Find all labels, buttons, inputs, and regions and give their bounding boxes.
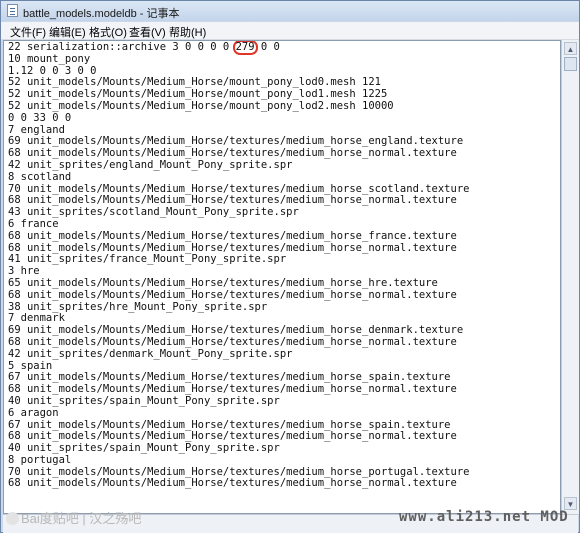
vertical-scrollbar[interactable]: ▲ ▼ (561, 40, 579, 514)
menu-help[interactable]: 帮助(H) (169, 24, 206, 40)
menu-format[interactable]: 格式(O) (89, 24, 127, 40)
menu-view[interactable]: 查看(V) (129, 24, 166, 40)
title-bar[interactable]: battle_models.modeldb - 记事本 (1, 1, 579, 21)
baidu-watermark: Bai度贴吧 | 汉之殇吧 (6, 508, 141, 527)
header-line-prefix: 22 serialization::archive 3 0 0 0 0 (8, 41, 236, 53)
menu-bar: 文件(F) 编辑(E) 格式(O) 查看(V) 帮助(H) (1, 22, 579, 40)
text-editor-area[interactable]: 22 serialization::archive 3 0 0 0 0 279 … (3, 40, 561, 514)
window-title: battle_models.modeldb - 记事本 (23, 8, 180, 20)
ali213-watermark: www.ali213.net MOD (399, 509, 569, 525)
menu-edit[interactable]: 编辑(E) (49, 24, 86, 40)
header-line-suffix: 0 0 (254, 41, 280, 53)
baidu-watermark-text: Bai度贴吧 | 汉之殇吧 (21, 511, 142, 526)
scroll-up-arrow-icon[interactable]: ▲ (564, 42, 577, 55)
baidu-paw-icon (6, 512, 19, 525)
document-text: 22 serialization::archive 3 0 0 0 0 279 … (8, 41, 470, 490)
notepad-icon (7, 4, 18, 17)
scrollbar-thumb[interactable] (564, 57, 577, 71)
menu-file[interactable]: 文件(F) (10, 24, 46, 40)
document-body: 10 mount_pony 1.12 0 0 3 0 0 52 unit_mod… (8, 52, 470, 490)
notepad-window: battle_models.modeldb - 记事本 文件(F) 编辑(E) … (0, 0, 580, 533)
